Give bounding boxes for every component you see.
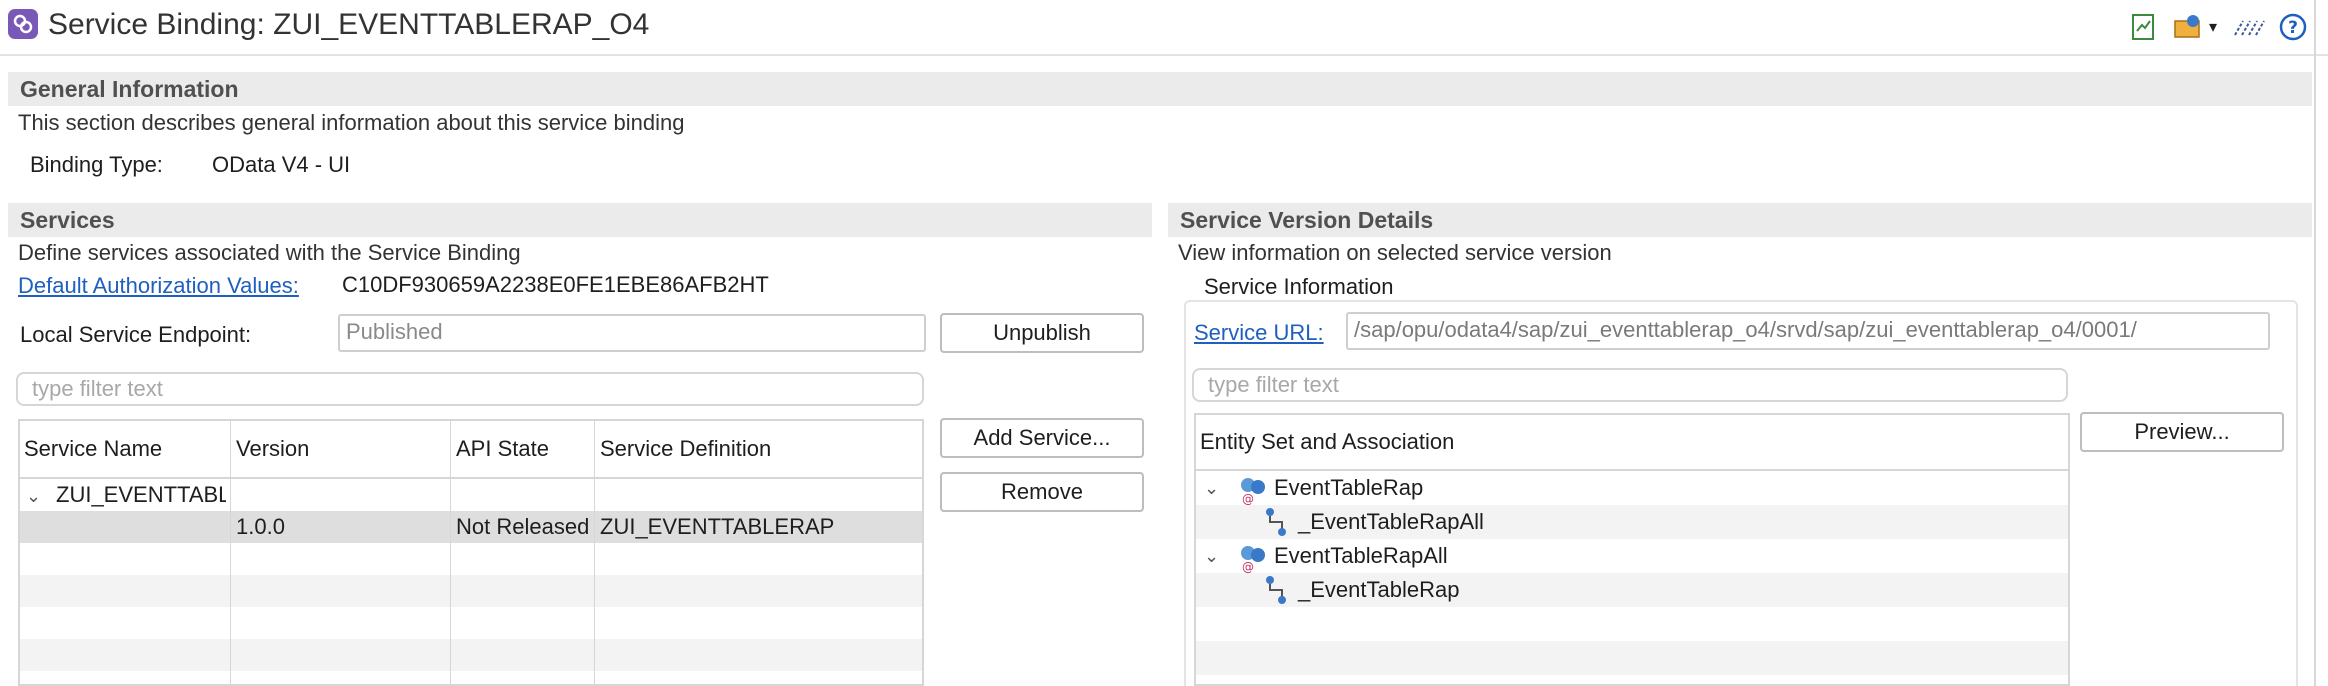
version-details-heading: Service Version Details (1168, 203, 2312, 237)
version-details-description: View information on selected service ver… (1178, 240, 1612, 265)
entity-set-icon: @ (1236, 539, 1270, 574)
association-icon (1264, 505, 1290, 539)
chevron-down-icon[interactable]: ⌄ (1204, 471, 1234, 505)
services-filter-input[interactable]: type filter text (16, 372, 924, 406)
chevron-down-icon[interactable]: ⌄ (1204, 539, 1234, 573)
tree-empty-row (1196, 641, 2068, 675)
remove-button[interactable]: Remove (940, 472, 1144, 512)
binding-type-value: OData V4 - UI (212, 152, 351, 177)
column-header-service-name[interactable]: Service Name (20, 421, 230, 477)
tree-item-association[interactable]: _EventTableRapAll (1196, 505, 2068, 539)
entity-set-tree[interactable]: Entity Set and Association ⌄ @ EventTabl… (1194, 413, 2070, 686)
service-url-link[interactable]: Service URL: (1194, 320, 1324, 346)
general-info-heading: General Information (8, 72, 2312, 106)
api-state-cell: Not Released (456, 514, 590, 539)
help-icon[interactable]: ? (2278, 12, 2308, 42)
binding-type-label: Binding Type: (30, 152, 163, 177)
tree-item-label: _EventTableRapAll (1298, 509, 1484, 534)
service-name-cell: ZUI_EVENTTABLERAP_O4 (56, 482, 226, 507)
services-table[interactable]: Service Name Version API State Service D… (18, 419, 924, 686)
service-definition-cell: ZUI_EVENTTABLERAP (600, 514, 835, 539)
page-title: Service Binding: ZUI_EVENTTABLERAP_O4 (48, 8, 650, 41)
version-cell: 1.0.0 (236, 514, 285, 539)
local-endpoint-label: Local Service Endpoint: (20, 322, 252, 347)
add-service-button[interactable]: Add Service... (940, 418, 1144, 458)
local-endpoint-field: Published (338, 314, 926, 352)
table-row[interactable]: 1.0.0 Not Released ZUI_EVENTTABLERAP (20, 511, 922, 543)
tree-item-entity-set[interactable]: ⌄ @ EventTableRap (1196, 471, 2068, 506)
table-row (20, 639, 922, 671)
tree-item-association[interactable]: _EventTableRap (1196, 573, 2068, 607)
table-row (20, 575, 922, 607)
services-description: Define services associated with the Serv… (18, 240, 521, 265)
column-header-api-state[interactable]: API State (452, 421, 596, 477)
service-url-field[interactable]: /sap/opu/odata4/sap/zui_eventtablerap_o4… (1346, 312, 2270, 350)
chevron-down-icon[interactable]: ▾ (2206, 12, 2220, 42)
general-info-description: This section describes general informati… (18, 110, 685, 135)
scrollbar-track[interactable] (2314, 0, 2316, 686)
column-header-entity-set[interactable]: Entity Set and Association (1196, 415, 2068, 469)
tree-item-label: EventTableRapAll (1274, 543, 1448, 568)
service-information-heading: Service Information (1204, 274, 1394, 299)
publish-icon[interactable] (2172, 12, 2206, 42)
svg-text:@: @ (1242, 492, 1254, 505)
tree-item-entity-set[interactable]: ⌄ @ EventTableRapAll (1196, 539, 2068, 574)
authorization-value: C10DF930659A2238E0FE1EBE86AFB2HT (342, 272, 769, 297)
service-binding-icon (8, 9, 38, 39)
tree-item-label: EventTableRap (1274, 475, 1424, 500)
association-icon (1264, 573, 1290, 607)
services-heading: Services (8, 203, 1152, 237)
entity-set-icon: @ (1236, 471, 1270, 506)
chevron-down-icon[interactable]: ⌄ (26, 480, 56, 511)
column-header-service-definition[interactable]: Service Definition (596, 421, 922, 477)
tree-item-label: _EventTableRap (1298, 577, 1460, 602)
table-row[interactable]: ⌄ZUI_EVENTTABLERAP_O4 (20, 479, 922, 511)
column-header-version[interactable]: Version (232, 421, 452, 477)
default-authorization-link[interactable]: Default Authorization Values: (18, 273, 299, 299)
preview-button[interactable]: Preview... (2080, 412, 2284, 452)
unpublish-button[interactable]: Unpublish (940, 313, 1144, 353)
svg-text:?: ? (2288, 18, 2298, 38)
entity-filter-input[interactable]: type filter text (1192, 368, 2068, 402)
export-icon[interactable] (2130, 12, 2156, 42)
svg-text:@: @ (1242, 560, 1254, 573)
link-icon[interactable] (2232, 12, 2266, 42)
